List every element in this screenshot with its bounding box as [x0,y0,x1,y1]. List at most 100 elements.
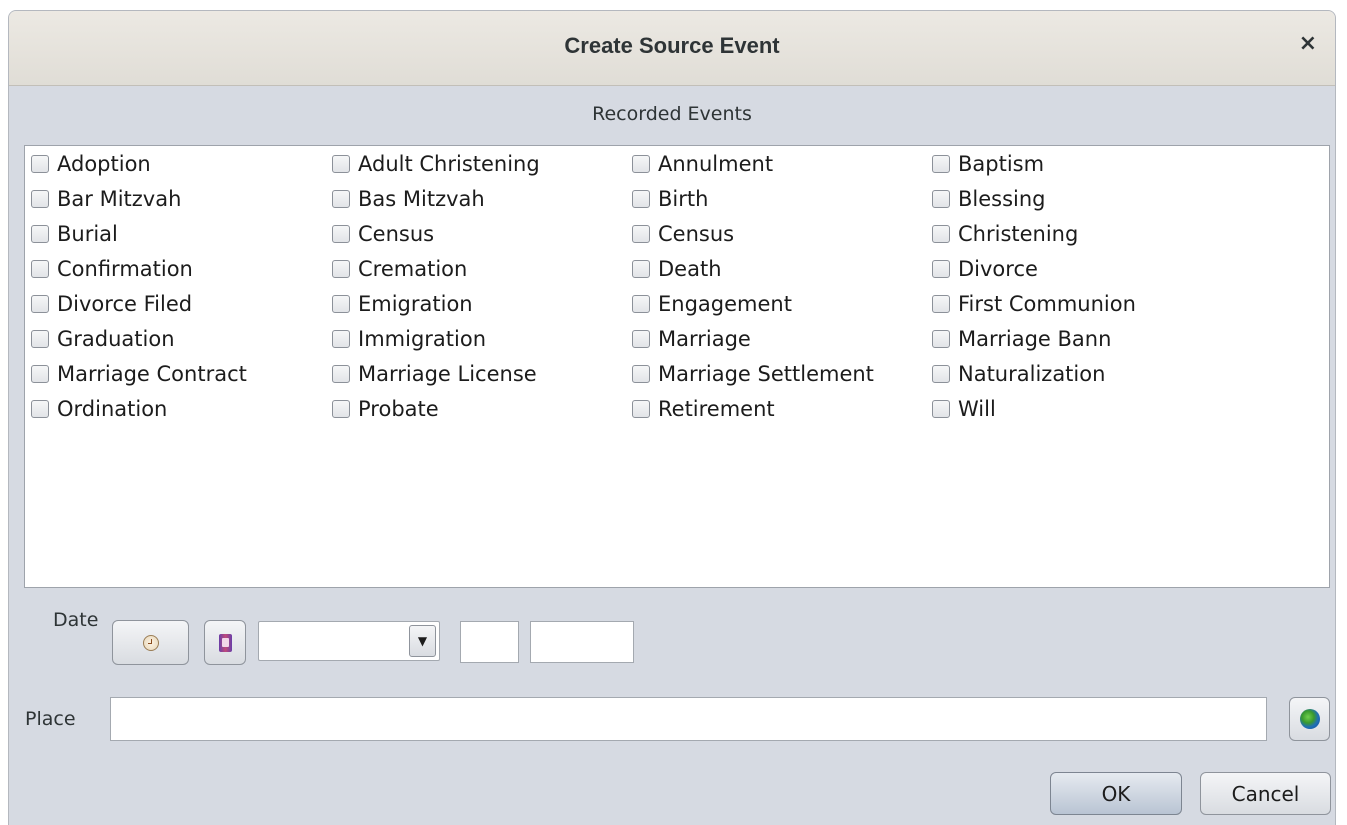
event-checkbox[interactable] [932,295,950,313]
event-checkbox-label: Divorce Filed [57,292,193,316]
dialog-title: Create Source Event [564,33,780,58]
event-checkbox[interactable] [31,190,49,208]
event-checkbox-item[interactable]: Christening [932,219,1078,249]
event-checkbox-label: Retirement [658,397,775,421]
event-checkbox-item[interactable]: Marriage Contract [31,359,247,389]
event-checkbox-label: Marriage [658,327,751,351]
event-checkbox-label: Graduation [57,327,175,351]
event-checkbox[interactable] [932,400,950,418]
event-checkbox-label: Blessing [958,187,1046,211]
close-icon[interactable]: × [1299,31,1317,57]
event-checkbox-label: Naturalization [958,362,1106,386]
event-checkbox-item[interactable]: Emigration [332,289,473,319]
event-checkbox[interactable] [31,225,49,243]
event-checkbox[interactable] [332,365,350,383]
event-checkbox-item[interactable]: Probate [332,394,439,424]
event-checkbox-label: Christening [958,222,1079,246]
event-checkbox-label: Burial [57,222,118,246]
event-checkbox[interactable] [31,330,49,348]
date-calendar-button[interactable] [204,620,246,665]
event-checkbox[interactable] [31,260,49,278]
event-checkbox-label: Death [658,257,722,281]
chevron-down-icon[interactable]: ▼ [409,625,436,657]
ok-button[interactable]: OK [1050,772,1182,815]
event-checkbox[interactable] [932,260,950,278]
recorded-events-label: Recorded Events [592,103,752,125]
event-checkbox-item[interactable]: Graduation [31,324,175,354]
event-checkbox-label: Marriage Settlement [658,362,874,386]
event-checkbox-item[interactable]: Marriage Bann [932,324,1111,354]
event-checkbox[interactable] [31,400,49,418]
event-checkbox-label: Census [658,222,735,246]
event-checkbox-item[interactable]: Divorce [932,254,1038,284]
event-checkbox[interactable] [332,190,350,208]
event-checkbox[interactable] [31,365,49,383]
event-checkbox[interactable] [332,225,350,243]
event-checkbox-label: Marriage License [358,362,537,386]
date-clock-button[interactable] [112,620,189,665]
event-checkbox-label: Confirmation [57,257,193,281]
event-checkbox-item[interactable]: Adult Christening [332,149,540,179]
event-checkbox[interactable] [932,190,950,208]
date-qualifier-combo[interactable]: ▼ [258,621,440,661]
event-checkbox[interactable] [31,155,49,173]
event-checkbox-label: Baptism [958,152,1045,176]
event-checkbox[interactable] [332,330,350,348]
event-checkbox[interactable] [632,295,650,313]
event-checkbox-item[interactable]: First Communion [932,289,1136,319]
event-checkbox[interactable] [632,260,650,278]
event-checkbox[interactable] [632,225,650,243]
event-checkbox[interactable] [632,400,650,418]
event-checkbox-item[interactable]: Census [632,219,734,249]
event-checkbox-item[interactable]: Blessing [932,184,1046,214]
event-checkbox-label: Bas Mitzvah [358,187,485,211]
event-checkbox-item[interactable]: Cremation [332,254,467,284]
event-checkbox-item[interactable]: Immigration [332,324,486,354]
event-checkbox[interactable] [632,365,650,383]
event-checkbox-item[interactable]: Marriage License [332,359,537,389]
event-checkbox[interactable] [932,225,950,243]
event-checkbox-item[interactable]: Marriage [632,324,751,354]
event-checkbox-item[interactable]: Marriage Settlement [632,359,874,389]
date-year-field[interactable] [530,621,634,663]
date-day-field[interactable] [460,621,519,663]
event-checkbox[interactable] [332,295,350,313]
event-checkbox[interactable] [31,295,49,313]
event-checkbox[interactable] [932,365,950,383]
event-checkbox-item[interactable]: Retirement [632,394,775,424]
event-checkbox-item[interactable]: Bas Mitzvah [332,184,485,214]
event-checkbox-label: Engagement [658,292,792,316]
event-checkbox[interactable] [332,400,350,418]
title-bar: Create Source Event × [9,11,1335,86]
event-checkbox[interactable] [632,330,650,348]
event-checkbox[interactable] [332,260,350,278]
place-lookup-button[interactable] [1289,697,1330,741]
event-checkbox-label: Annulment [658,152,774,176]
event-checkbox-item[interactable]: Census [332,219,434,249]
event-checkbox[interactable] [632,190,650,208]
event-checkbox-item[interactable]: Divorce Filed [31,289,192,319]
event-checkbox[interactable] [632,155,650,173]
event-checkbox-label: Census [358,222,435,246]
event-checkbox[interactable] [332,155,350,173]
place-input[interactable] [110,697,1267,741]
event-checkbox-item[interactable]: Birth [632,184,708,214]
event-checkbox[interactable] [932,330,950,348]
event-checkbox-item[interactable]: Naturalization [932,359,1105,389]
cancel-button[interactable]: Cancel [1200,772,1331,815]
event-checkbox-item[interactable]: Confirmation [31,254,193,284]
event-checkbox-item[interactable]: Will [932,394,996,424]
event-checkbox-item[interactable]: Adoption [31,149,151,179]
event-checkbox-item[interactable]: Ordination [31,394,167,424]
event-checkbox-label: Cremation [358,257,468,281]
event-checkbox-item[interactable]: Annulment [632,149,773,179]
date-label: Date [53,609,99,631]
event-checkbox-label: Adoption [57,152,151,176]
event-checkbox[interactable] [932,155,950,173]
event-checkbox-item[interactable]: Baptism [932,149,1044,179]
event-checkbox-item[interactable]: Death [632,254,722,284]
event-checkbox-label: Marriage Contract [57,362,247,386]
event-checkbox-item[interactable]: Engagement [632,289,792,319]
event-checkbox-item[interactable]: Bar Mitzvah [31,184,181,214]
event-checkbox-item[interactable]: Burial [31,219,118,249]
